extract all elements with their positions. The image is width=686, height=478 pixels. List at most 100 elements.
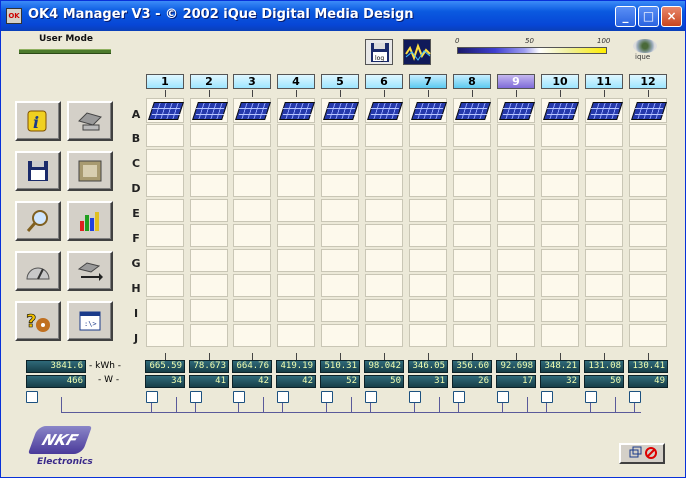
column-checkbox-8[interactable] <box>453 391 465 403</box>
panel-cell-G10[interactable] <box>541 249 579 272</box>
panel-cell-E5[interactable] <box>321 199 359 222</box>
panel-cell-I4[interactable] <box>277 299 315 322</box>
panel-cell-B12[interactable] <box>629 124 667 147</box>
panel-cell-C6[interactable] <box>365 149 403 172</box>
panel-cell-B11[interactable] <box>585 124 623 147</box>
panel-cell-A8[interactable] <box>453 98 491 123</box>
panel-cell-D8[interactable] <box>453 174 491 197</box>
panel-cell-B4[interactable] <box>277 124 315 147</box>
panel-cell-C3[interactable] <box>233 149 271 172</box>
panel-cell-D3[interactable] <box>233 174 271 197</box>
panel-cell-E10[interactable] <box>541 199 579 222</box>
panel-config-button[interactable] <box>67 101 113 141</box>
panel-cell-F1[interactable] <box>146 224 184 247</box>
panel-cell-C9[interactable] <box>497 149 535 172</box>
panel-cell-H7[interactable] <box>409 274 447 297</box>
panel-cell-G2[interactable] <box>190 249 228 272</box>
close-button[interactable]: × <box>661 6 682 27</box>
panel-cell-A2[interactable] <box>190 98 228 123</box>
panel-cell-D2[interactable] <box>190 174 228 197</box>
column-checkbox-7[interactable] <box>409 391 421 403</box>
panel-cell-F3[interactable] <box>233 224 271 247</box>
panel-cell-I8[interactable] <box>453 299 491 322</box>
column-header-11[interactable]: 11 <box>585 74 623 89</box>
panel-cell-F6[interactable] <box>365 224 403 247</box>
panel-cell-E1[interactable] <box>146 199 184 222</box>
panel-cell-A6[interactable] <box>365 98 403 123</box>
panel-cell-F9[interactable] <box>497 224 535 247</box>
panel-cell-H6[interactable] <box>365 274 403 297</box>
panel-cell-C10[interactable] <box>541 149 579 172</box>
column-checkbox-9[interactable] <box>497 391 509 403</box>
panel-cell-F10[interactable] <box>541 224 579 247</box>
panel-cell-G5[interactable] <box>321 249 359 272</box>
window-view-button[interactable] <box>67 151 113 191</box>
column-checkbox-3[interactable] <box>233 391 245 403</box>
panel-cell-B2[interactable] <box>190 124 228 147</box>
help-button[interactable]: ? <box>15 301 61 341</box>
panel-cell-A11[interactable] <box>585 98 623 123</box>
panel-cell-B5[interactable] <box>321 124 359 147</box>
panel-cell-D5[interactable] <box>321 174 359 197</box>
column-header-12[interactable]: 12 <box>629 74 667 89</box>
console-button[interactable]: :\> <box>67 301 113 341</box>
panel-cell-G9[interactable] <box>497 249 535 272</box>
panel-cell-B8[interactable] <box>453 124 491 147</box>
panel-cell-B1[interactable] <box>146 124 184 147</box>
panel-cell-D9[interactable] <box>497 174 535 197</box>
panel-cell-G8[interactable] <box>453 249 491 272</box>
panel-cell-B3[interactable] <box>233 124 271 147</box>
panel-cell-J4[interactable] <box>277 324 315 347</box>
panel-cell-F7[interactable] <box>409 224 447 247</box>
panel-cell-I5[interactable] <box>321 299 359 322</box>
panel-cell-H12[interactable] <box>629 274 667 297</box>
app-icon[interactable]: OK <box>6 8 22 24</box>
panel-cell-J7[interactable] <box>409 324 447 347</box>
panel-cell-J8[interactable] <box>453 324 491 347</box>
panel-cell-E4[interactable] <box>277 199 315 222</box>
panel-cell-C5[interactable] <box>321 149 359 172</box>
column-checkbox-6[interactable] <box>365 391 377 403</box>
panel-cell-E11[interactable] <box>585 199 623 222</box>
panel-cell-F5[interactable] <box>321 224 359 247</box>
column-checkbox-11[interactable] <box>585 391 597 403</box>
panel-cell-J11[interactable] <box>585 324 623 347</box>
panel-cell-A9[interactable] <box>497 98 535 123</box>
panel-cell-H8[interactable] <box>453 274 491 297</box>
panel-cell-E12[interactable] <box>629 199 667 222</box>
panel-cell-E3[interactable] <box>233 199 271 222</box>
panel-cell-J5[interactable] <box>321 324 359 347</box>
panel-cell-E8[interactable] <box>453 199 491 222</box>
column-checkbox-4[interactable] <box>277 391 289 403</box>
title-bar[interactable]: OK OK4 Manager V3 - © 2002 iQue Digital … <box>1 1 685 31</box>
panel-cell-E7[interactable] <box>409 199 447 222</box>
panel-angle-button[interactable] <box>67 251 113 291</box>
panel-cell-B10[interactable] <box>541 124 579 147</box>
panel-cell-C8[interactable] <box>453 149 491 172</box>
panel-cell-G12[interactable] <box>629 249 667 272</box>
column-header-9[interactable]: 9 <box>497 74 535 89</box>
panel-cell-G7[interactable] <box>409 249 447 272</box>
panel-cell-D7[interactable] <box>409 174 447 197</box>
column-header-3[interactable]: 3 <box>233 74 271 89</box>
chart-button[interactable] <box>67 201 113 241</box>
panel-cell-G11[interactable] <box>585 249 623 272</box>
panel-cell-C1[interactable] <box>146 149 184 172</box>
column-header-6[interactable]: 6 <box>365 74 403 89</box>
panel-cell-H11[interactable] <box>585 274 623 297</box>
column-checkbox-2[interactable] <box>190 391 202 403</box>
gauge-button[interactable] <box>15 251 61 291</box>
panel-cell-C7[interactable] <box>409 149 447 172</box>
panel-cell-C4[interactable] <box>277 149 315 172</box>
panel-cell-H9[interactable] <box>497 274 535 297</box>
panel-cell-F4[interactable] <box>277 224 315 247</box>
panel-cell-I11[interactable] <box>585 299 623 322</box>
panel-cell-F2[interactable] <box>190 224 228 247</box>
panel-cell-F8[interactable] <box>453 224 491 247</box>
search-button[interactable] <box>15 201 61 241</box>
panel-cell-H10[interactable] <box>541 274 579 297</box>
panel-cell-D12[interactable] <box>629 174 667 197</box>
panel-cell-F11[interactable] <box>585 224 623 247</box>
panel-cell-D6[interactable] <box>365 174 403 197</box>
panel-cell-A3[interactable] <box>233 98 271 123</box>
